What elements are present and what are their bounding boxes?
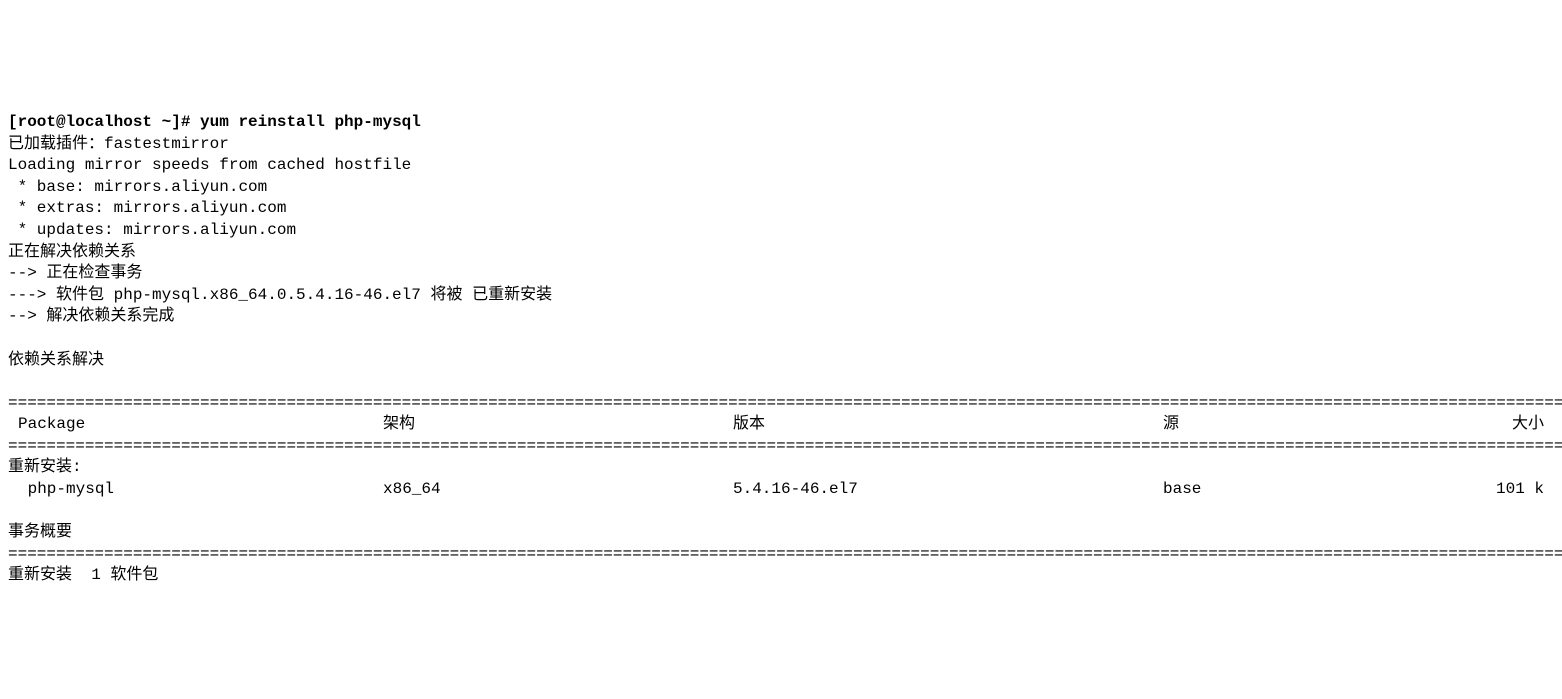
cell-package: php-mysql [8, 479, 383, 501]
cell-source: base [1163, 479, 1433, 501]
header-arch: 架构 [383, 414, 733, 436]
output-line: * updates: mirrors.aliyun.com [8, 221, 296, 239]
output-line: --> 正在检查事务 [8, 264, 142, 282]
header-source: 源 [1163, 414, 1433, 436]
table-header-row: Package架构版本源大小 [8, 414, 1554, 436]
table-row: php-mysqlx86_645.4.16-46.el7base101 k [8, 479, 1554, 501]
divider-line: ========================================… [8, 437, 1562, 455]
output-line: 正在解决依赖关系 [8, 243, 136, 261]
output-line: * base: mirrors.aliyun.com [8, 178, 267, 196]
cell-arch: x86_64 [383, 479, 733, 501]
output-line: 依赖关系解决 [8, 351, 104, 369]
divider-line: ========================================… [8, 394, 1562, 412]
header-package: Package [8, 414, 383, 436]
output-line: --> 解决依赖关系完成 [8, 307, 174, 325]
divider-line: ========================================… [8, 545, 1562, 563]
output-line: * extras: mirrors.aliyun.com [8, 199, 286, 217]
header-size: 大小 [1433, 414, 1554, 436]
terminal-output: [root@localhost ~]# yum reinstall php-my… [8, 90, 1554, 587]
output-line: Loading mirror speeds from cached hostfi… [8, 156, 411, 174]
summary-title: 事务概要 [8, 523, 72, 541]
cell-version: 5.4.16-46.el7 [733, 479, 1163, 501]
section-label: 重新安装: [8, 458, 82, 476]
output-line: ---> 软件包 php-mysql.x86_64.0.5.4.16-46.el… [8, 286, 552, 304]
cell-size: 101 k [1433, 479, 1554, 501]
output-line: 已加载插件：fastestmirror [8, 135, 229, 153]
summary-line: 重新安装 1 软件包 [8, 566, 158, 584]
header-version: 版本 [733, 414, 1163, 436]
shell-prompt: [root@localhost ~]# yum reinstall php-my… [8, 113, 421, 131]
